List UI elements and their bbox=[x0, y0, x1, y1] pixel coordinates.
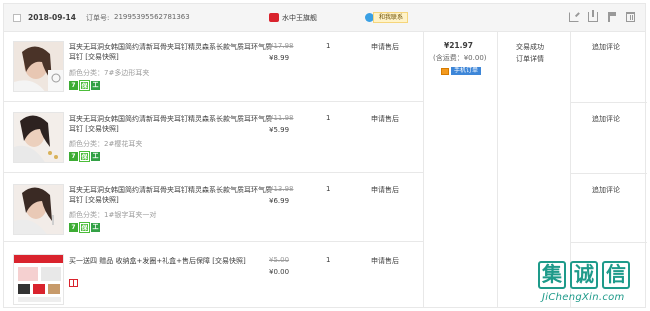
factory-icon[interactable]: 工 bbox=[91, 152, 100, 161]
guarantee-icon[interactable]: 保 bbox=[79, 222, 90, 233]
order-item-row: 耳夹无耳洞女韩国简约清新耳骨夹耳钉精灵森系长款气质耳环气质耳钉 [交易快照] 颜… bbox=[4, 173, 423, 242]
divider bbox=[570, 173, 647, 174]
product-sku: 颜色分类：2#樱花耳夹 bbox=[69, 140, 143, 148]
watermark-char: 信 bbox=[602, 261, 630, 289]
service-tags: 7 保 工 bbox=[69, 151, 100, 162]
product-sku: 颜色分类：7#多边形耳夹 bbox=[69, 69, 150, 77]
mobile-order-badge[interactable]: 手机订单 bbox=[451, 67, 482, 75]
product-title-link[interactable]: 耳夹无耳洞女韩国简约清新耳骨夹耳钉精灵森系长款气质耳环气质耳钉 [交易快照] bbox=[69, 114, 277, 134]
seven-day-return-icon[interactable]: 7 bbox=[69, 152, 78, 161]
sale-price: ¥8.99 bbox=[269, 54, 290, 62]
upload-icon[interactable] bbox=[588, 10, 598, 22]
watermark-char: 集 bbox=[538, 261, 566, 289]
order-item-row: 买一送四 赠品 收纳盒+发圈+礼盒+售后保障 [交易快照] ¥5.00 ¥0.0… bbox=[4, 242, 423, 309]
product-thumbnail[interactable] bbox=[13, 254, 64, 305]
add-review-link[interactable]: 追加评论 bbox=[592, 114, 620, 124]
product-thumbnail[interactable] bbox=[13, 41, 64, 92]
original-price: ¥5.00 bbox=[269, 256, 290, 264]
add-review-link[interactable]: 追加评论 bbox=[592, 185, 620, 195]
order-detail-link[interactable]: 订单详情 bbox=[516, 54, 544, 64]
factory-icon[interactable]: 工 bbox=[91, 81, 100, 90]
contact-seller-button[interactable]: 和我联系 bbox=[373, 12, 409, 23]
quantity: 1 bbox=[326, 42, 331, 50]
product-thumbnail[interactable] bbox=[13, 184, 64, 235]
factory-icon[interactable]: 工 bbox=[91, 223, 100, 232]
sale-price: ¥5.99 bbox=[269, 126, 290, 134]
divider bbox=[423, 32, 424, 307]
after-sales-link[interactable]: 申请售后 bbox=[371, 185, 399, 195]
gift-icon bbox=[69, 279, 78, 287]
header-actions bbox=[569, 10, 635, 22]
after-sales-link[interactable]: 申请售后 bbox=[371, 256, 399, 266]
shipping-fee: (含运费：¥0.00) bbox=[433, 54, 487, 62]
original-price: ¥13.98 bbox=[269, 185, 294, 193]
product-title-link[interactable]: 耳夹无耳洞女韩国简约清新耳骨夹耳钉精灵森系长款气质耳环气质耳钉 [交易快照] bbox=[69, 185, 277, 205]
flag-icon[interactable] bbox=[607, 12, 617, 22]
seven-day-return-icon[interactable]: 7 bbox=[69, 81, 78, 90]
service-tags: 7 保 工 bbox=[69, 80, 100, 91]
shop-name-link[interactable]: 水中王旗舰 bbox=[282, 13, 317, 23]
order-header: 2018-09-14 订单号: 219953955627813​63 水中王旗舰… bbox=[4, 4, 645, 32]
order-item-row: 耳夹无耳洞女韩国简约清新耳骨夹耳钉精灵森系长款气质耳环气质耳钉 [交易快照] 颜… bbox=[4, 102, 423, 173]
mobile-order-icon bbox=[441, 67, 449, 75]
order-number: 219953955627813​63 bbox=[114, 13, 190, 21]
site-watermark: 集 诚 信 JiChengXin.com bbox=[538, 261, 646, 307]
quantity: 1 bbox=[326, 114, 331, 122]
watermark-domain: JiChengXin.com bbox=[542, 292, 625, 303]
service-tags: 7 保 工 bbox=[69, 222, 100, 233]
shop-icon bbox=[269, 13, 279, 22]
order-total: ¥21.97 bbox=[444, 41, 473, 50]
guarantee-icon[interactable]: 保 bbox=[79, 80, 90, 91]
product-title-link[interactable]: 买一送四 赠品 收纳盒+发圈+礼盒+售后保障 [交易快照] bbox=[69, 256, 277, 266]
watermark-char: 诚 bbox=[570, 261, 598, 289]
original-price: ¥11.98 bbox=[269, 114, 294, 122]
quantity: 1 bbox=[326, 185, 331, 193]
order-item-row: 耳夹无耳洞女韩国简约清新耳骨夹耳钉精灵森系长款气质耳环气质耳钉 [交易快照] 颜… bbox=[4, 32, 423, 102]
after-sales-link[interactable]: 申请售后 bbox=[371, 42, 399, 52]
product-thumbnail[interactable] bbox=[13, 112, 64, 163]
divider bbox=[570, 102, 647, 103]
product-sku: 颜色分类：1#银字耳夹一对 bbox=[69, 211, 157, 219]
guarantee-icon[interactable]: 保 bbox=[79, 151, 90, 162]
watermark-logo: 集 诚 信 bbox=[538, 261, 630, 289]
order-number-label: 订单号: bbox=[86, 14, 110, 22]
sale-price: ¥6.99 bbox=[269, 197, 290, 205]
trash-icon[interactable] bbox=[626, 12, 635, 22]
product-title-link[interactable]: 耳夹无耳洞女韩国简约清新耳骨夹耳钉精灵森系长款气质耳环气质耳钉 [交易快照] bbox=[69, 42, 277, 62]
quantity: 1 bbox=[326, 256, 331, 264]
after-sales-link[interactable]: 申请售后 bbox=[371, 114, 399, 124]
sale-price: ¥0.00 bbox=[269, 268, 290, 276]
payment-method: 手机订单 bbox=[441, 67, 482, 75]
divider bbox=[570, 242, 647, 243]
original-price: ¥17.98 bbox=[269, 42, 294, 50]
share-icon[interactable] bbox=[569, 12, 579, 22]
add-review-link[interactable]: 追加评论 bbox=[592, 42, 620, 52]
order-date: 2018-09-14 bbox=[28, 13, 76, 22]
seven-day-return-icon[interactable]: 7 bbox=[69, 223, 78, 232]
divider bbox=[497, 32, 498, 307]
trade-status: 交易成功 bbox=[516, 43, 544, 51]
order-checkbox[interactable] bbox=[13, 14, 21, 22]
